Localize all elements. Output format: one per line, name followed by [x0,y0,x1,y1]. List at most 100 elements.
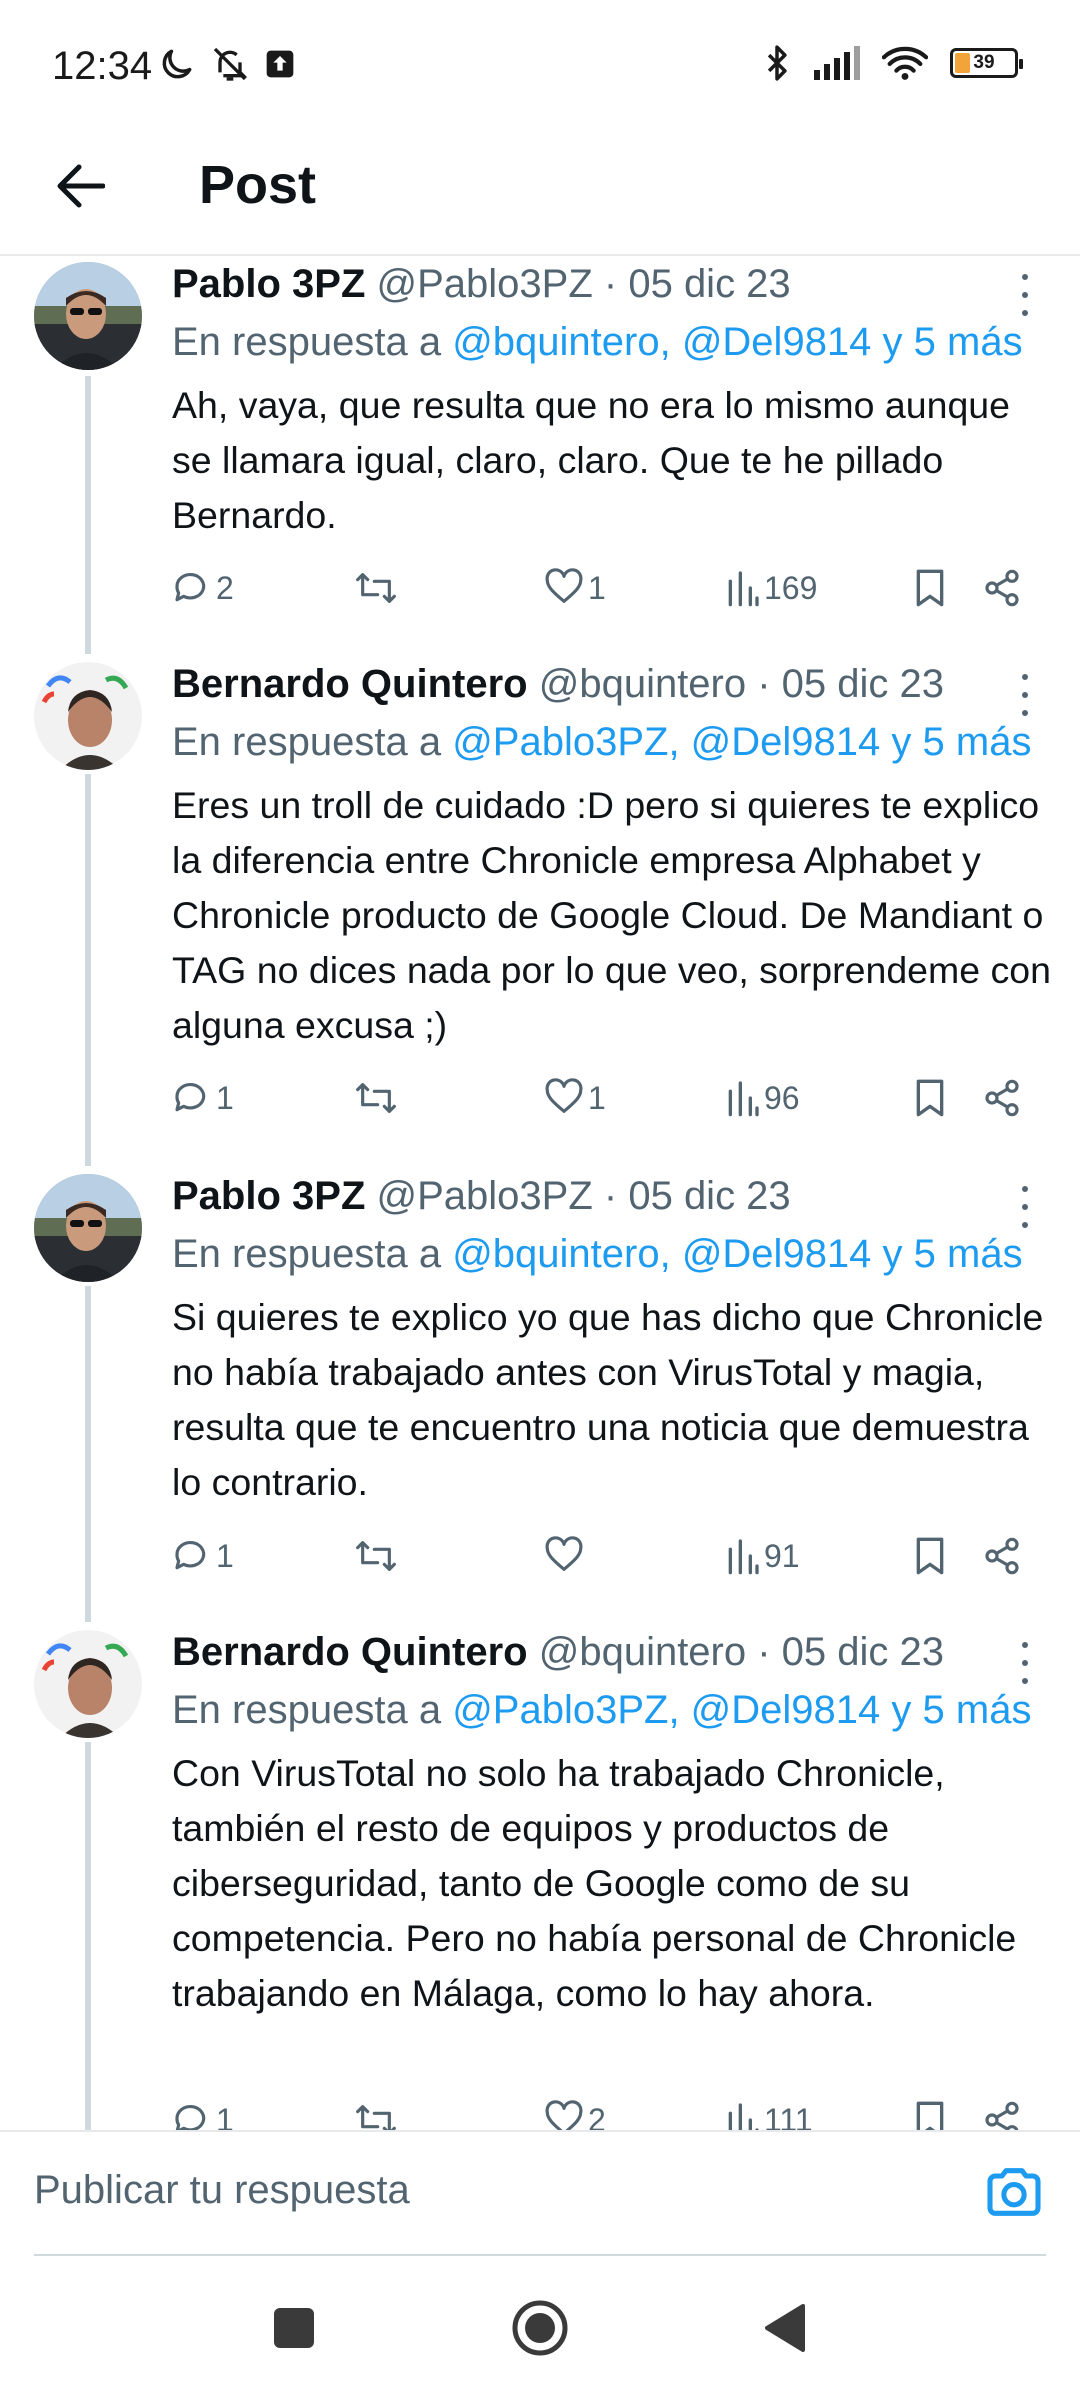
reply-mentions-link[interactable]: @Pablo3PZ, @Del9814 y 5 más [452,1688,1031,1732]
recents-button[interactable] [262,2296,326,2360]
reply-button[interactable]: 2 [172,560,234,616]
reply-input[interactable]: Publicar tu respuesta [34,2150,914,2230]
avatar[interactable] [34,1174,142,1282]
bookmark-button[interactable] [912,1070,948,1126]
signal-icon [814,46,860,80]
views-button[interactable]: 96 [724,1070,800,1126]
views-count: 91 [764,1537,800,1574]
author-name[interactable]: Bernardo Quintero [172,662,528,706]
reply-context: En respuesta a @bquintero, @Del9814 y 5 … [172,320,1023,365]
bookmark-button[interactable] [912,560,948,616]
post-text: Si quieres te explico yo que has dicho q… [172,1296,1044,1503]
like-button[interactable] [544,1528,588,1584]
reply-context: En respuesta a @Pablo3PZ, @Del9814 y 5 m… [172,720,1031,765]
post-item[interactable]: Pablo 3PZ @Pablo3PZ · 05 dic 23 En respu… [0,262,1080,662]
upload-icon [266,50,294,78]
reply-composer: Publicar tu respuesta [0,2130,1080,2257]
wifi-icon [882,46,928,80]
reply-button[interactable]: 1 [172,2092,234,2130]
status-left-icons [158,44,296,84]
author-name[interactable]: Bernardo Quintero [172,1630,528,1674]
share-icon [985,1079,1019,1117]
more-options-button[interactable] [1010,670,1040,720]
repost-icon [356,573,396,603]
post-text: Ah, vaya, que resulta que no era lo mism… [172,384,1011,536]
reply-count: 1 [216,2101,234,2131]
post-actions: 1 2 111 [172,2092,1052,2130]
back-button[interactable] [50,156,110,216]
reply-prefix: En respuesta a [172,320,442,364]
like-button[interactable]: 1 [544,560,606,616]
views-button[interactable]: 111 [724,2092,813,2130]
author-meta[interactable]: @Pablo3PZ · 05 dic 23 [377,1174,791,1218]
share-button[interactable] [982,1528,1022,1584]
home-button[interactable] [508,2296,572,2360]
repost-button[interactable] [354,1528,402,1584]
page-title: Post [199,155,317,215]
avatar[interactable] [34,662,142,770]
author-name[interactable]: Pablo 3PZ [172,1174,365,1218]
post-item[interactable]: Bernardo Quintero @bquintero · 05 dic 23… [0,662,1080,1172]
post-text: Con VirusTotal no solo ha trabajado Chro… [172,1752,1017,2014]
reply-mentions-link[interactable]: @bquintero, @Del9814 y 5 más [452,1232,1022,1276]
avatar[interactable] [34,1630,142,1738]
views-count: 111 [764,2101,813,2131]
more-options-button[interactable] [1010,270,1040,320]
more-options-button[interactable] [1010,1182,1040,1232]
reply-prefix: En respuesta a [172,1688,442,1732]
repost-button[interactable] [354,1070,402,1126]
author-name[interactable]: Pablo 3PZ [172,262,365,306]
reply-count: 1 [216,1079,234,1116]
share-button[interactable] [982,2092,1022,2130]
author-meta[interactable]: @bquintero · 05 dic 23 [539,1630,944,1674]
views-button[interactable]: 91 [724,1528,800,1584]
bookmark-button[interactable] [912,1528,948,1584]
post-item[interactable]: Pablo 3PZ @Pablo3PZ · 05 dic 23 En respu… [0,1174,1080,1630]
reply-icon [175,572,206,602]
views-chart-icon [728,2103,759,2130]
reply-mentions-link[interactable]: @bquintero, @Del9814 y 5 más [452,320,1022,364]
avatar[interactable] [34,262,142,370]
like-button[interactable]: 1 [544,1070,606,1126]
reply-mentions-link[interactable]: @Pablo3PZ, @Del9814 y 5 más [452,720,1031,764]
post-header: Bernardo Quintero @bquintero · 05 dic 23 [172,1630,944,1675]
like-count: 2 [588,2101,606,2131]
reply-count: 2 [216,569,234,606]
views-chart-icon [728,1081,759,1117]
share-button[interactable] [982,1070,1022,1126]
views-button[interactable]: 169 [724,560,817,616]
share-icon [985,2101,1019,2130]
reply-button[interactable]: 1 [172,1528,234,1584]
post-actions: 1 91 [172,1528,1052,1584]
camera-button[interactable] [982,2160,1046,2224]
heart-icon [545,2100,583,2130]
like-count: 1 [588,1079,606,1116]
share-button[interactable] [982,560,1022,616]
repost-button[interactable] [354,560,402,616]
bluetooth-icon [767,45,787,81]
more-options-button[interactable] [1010,1638,1040,1688]
recents-square-icon [274,2308,314,2348]
bookmark-button[interactable] [912,2092,948,2130]
battery-level: 39 [973,52,995,73]
reply-button[interactable]: 1 [172,1070,234,1126]
reply-icon [175,1082,206,1112]
repost-button[interactable] [354,2092,402,2130]
top-app-bar: Post [0,130,1080,256]
reply-context: En respuesta a @bquintero, @Del9814 y 5 … [172,1232,1023,1277]
author-meta[interactable]: @bquintero · 05 dic 23 [539,662,944,706]
status-right-icons: 39 [764,44,1023,82]
reply-prefix: En respuesta a [172,1232,442,1276]
bookmark-icon [916,1537,944,1575]
post-header: Pablo 3PZ @Pablo3PZ · 05 dic 23 [172,1174,791,1219]
author-meta[interactable]: @Pablo3PZ · 05 dic 23 [377,262,791,306]
system-back-button[interactable] [752,2296,816,2360]
like-button[interactable]: 2 [544,2092,606,2130]
views-count: 96 [764,1079,800,1116]
moon-icon [162,49,192,79]
post-item[interactable]: Bernardo Quintero @bquintero · 05 dic 23… [0,1630,1080,2130]
repost-icon [356,2105,396,2130]
heart-icon [545,1078,583,1113]
thread[interactable]: Pablo 3PZ @Pablo3PZ · 05 dic 23 En respu… [0,256,1080,2130]
post-header: Pablo 3PZ @Pablo3PZ · 05 dic 23 [172,262,791,307]
